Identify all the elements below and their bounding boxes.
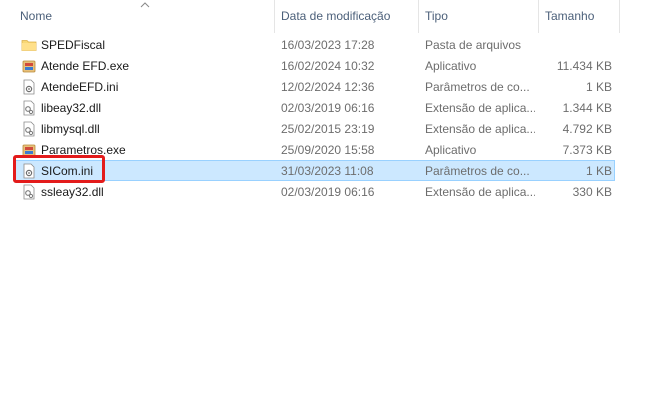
file-name: Parametros.exe xyxy=(41,143,126,157)
settings-file-icon xyxy=(21,163,37,179)
file-type: Extensão de aplica... xyxy=(425,122,535,136)
file-size: 1 KB xyxy=(585,80,612,94)
file-name: Atende EFD.exe xyxy=(41,59,130,73)
file-type: Aplicativo xyxy=(425,59,477,73)
file-date: 02/03/2019 06:16 xyxy=(281,101,375,115)
file-size: 11.434 KB xyxy=(556,59,612,73)
file-type: Extensão de aplica... xyxy=(425,185,535,199)
file-name: libmysql.dll xyxy=(41,122,100,136)
file-row[interactable]: ssleay32.dll 02/03/2019 06:16 Extensão de … xyxy=(14,181,615,202)
file-row[interactable]: Atende EFD.exe 16/02/2024 10:32 Aplicativo… xyxy=(14,55,615,76)
file-size: 7.373 KB xyxy=(562,143,612,157)
column-separator[interactable] xyxy=(619,0,620,33)
file-name: SPEDFiscal xyxy=(41,38,106,52)
file-date: 16/02/2024 10:32 xyxy=(281,59,375,73)
file-name: AtendeEFD.ini xyxy=(41,80,119,94)
file-size xyxy=(541,35,612,56)
file-row[interactable]: AtendeEFD.ini 12/02/2024 12:36 Parâmetros … xyxy=(14,76,615,97)
dll-file-icon xyxy=(21,121,37,137)
file-name: libeay32.dll xyxy=(41,101,102,115)
file-type: Extensão de aplica... xyxy=(425,101,535,115)
application-icon xyxy=(21,58,37,74)
file-date: 31/03/2023 11:08 xyxy=(281,164,374,178)
sort-ascending-icon xyxy=(140,2,150,8)
file-name: SICom.ini xyxy=(41,164,94,178)
application-icon xyxy=(21,142,37,158)
column-header-bar: Nome Data de modificação Tipo Tamanho xyxy=(0,0,661,33)
file-type: Aplicativo xyxy=(425,143,477,157)
file-date: 16/03/2023 17:28 xyxy=(281,38,375,52)
file-type: Parâmetros de co... xyxy=(425,164,530,178)
file-size: 1.344 KB xyxy=(562,101,612,115)
file-name: ssleay32.dll xyxy=(41,185,104,199)
file-size: 4.792 KB xyxy=(562,122,612,136)
file-row[interactable]: SICom.ini 31/03/2023 11:08 Parâmetros de c… xyxy=(14,160,615,181)
file-date: 12/02/2024 12:36 xyxy=(281,80,375,94)
dll-file-icon xyxy=(21,100,37,116)
folder-icon xyxy=(21,37,37,53)
dll-file-icon xyxy=(21,184,37,200)
file-date: 25/02/2015 23:19 xyxy=(281,122,375,136)
file-type: Pasta de arquivos xyxy=(425,38,522,52)
file-date: 25/09/2020 15:58 xyxy=(281,143,375,157)
file-type: Parâmetros de co... xyxy=(425,80,530,94)
file-date: 02/03/2019 06:16 xyxy=(281,185,375,199)
file-row[interactable]: Parametros.exe 25/09/2020 15:58 Aplicativo… xyxy=(14,139,615,160)
file-explorer: Nome Data de modificação Tipo Tamanho SP… xyxy=(0,0,661,410)
file-row[interactable]: libmysql.dll 25/02/2015 23:19 Extensão de … xyxy=(14,118,615,139)
settings-file-icon xyxy=(21,79,37,95)
column-header-date[interactable]: Data de modificação xyxy=(275,0,418,33)
column-header-type[interactable]: Tipo xyxy=(419,0,538,33)
file-row[interactable]: libeay32.dll 02/03/2019 06:16 Extensão de … xyxy=(14,97,615,118)
column-header-size[interactable]: Tamanho xyxy=(539,0,619,33)
file-row[interactable]: SPEDFiscal 16/03/2023 17:28 Pasta de arqui… xyxy=(14,34,615,55)
file-size: 330 KB xyxy=(572,185,612,199)
file-size: 1 KB xyxy=(585,164,612,178)
